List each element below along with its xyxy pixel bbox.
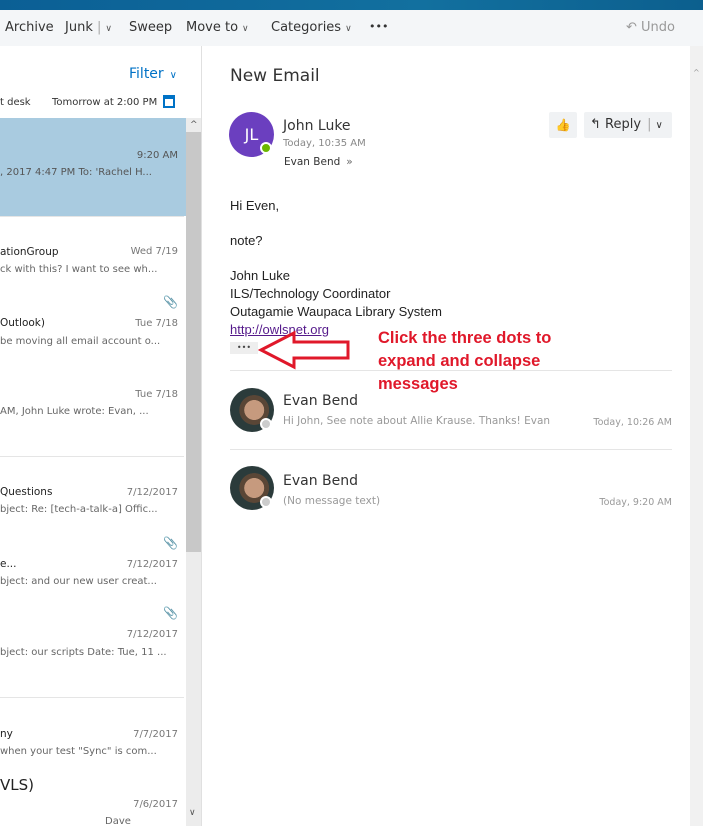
body-text: note?	[230, 233, 263, 248]
sender-name[interactable]: John Luke	[283, 118, 351, 134]
presence-available-icon	[260, 142, 272, 154]
scroll-up-icon[interactable]: ^	[190, 120, 198, 130]
message-time: Today, 10:26 AM	[593, 417, 672, 428]
list-item-selected[interactable]: 9:20 AM , 2017 4:47 PM To: 'Rachel H...	[0, 118, 186, 216]
archive-button[interactable]: Archive	[5, 20, 54, 35]
filter-label: Filter	[129, 66, 164, 82]
undo-label: Undo	[641, 20, 676, 35]
paperclip-icon: 📎	[163, 606, 178, 620]
undo-icon: ↶	[626, 20, 637, 35]
message-preview: Hi John, See note about Allie Krause. Th…	[283, 415, 551, 427]
chevron-down-icon: ∨	[105, 24, 112, 34]
junk-label: Junk	[65, 20, 93, 35]
annotation-text: Click the three dots to	[378, 329, 552, 347]
collapsed-message[interactable]: Evan Bend Hi John, See note about Allie …	[202, 376, 690, 446]
categories-label: Categories	[271, 20, 342, 35]
item-date: Tue 7/18	[135, 318, 178, 329]
item-preview: when your test "Sync" is com...	[0, 746, 157, 757]
reply-icon: ↰	[590, 117, 601, 132]
sender-name: Evan Bend	[283, 393, 359, 409]
body-text: Hi Even,	[230, 198, 280, 213]
message-time: Today, 9:20 AM	[599, 497, 672, 508]
like-button[interactable]: 👍	[549, 112, 577, 138]
item-date: Tue 7/18	[135, 389, 178, 400]
top-banner	[0, 0, 703, 10]
presence-offline-icon	[260, 418, 272, 430]
presence-offline-icon	[260, 496, 272, 508]
thumbs-up-icon: 👍	[555, 118, 571, 132]
sender-name: Evan Bend	[283, 473, 359, 489]
item-preview: be moving all email account o...	[0, 336, 161, 347]
move-to-button[interactable]: Move to ∨	[186, 20, 249, 35]
paperclip-icon: 📎	[163, 295, 178, 309]
reading-scrollbar[interactable]	[690, 46, 703, 826]
scroll-up-icon[interactable]: ^	[693, 68, 700, 77]
list-scrollbar-thumb[interactable]	[186, 132, 201, 552]
calendar-icon	[163, 95, 175, 108]
annotation-text: expand and collapse	[378, 352, 541, 370]
expand-recipients-icon: »	[346, 156, 353, 168]
item-sender[interactable]: ationGroup	[0, 246, 59, 258]
reply-label: Reply	[605, 117, 642, 132]
reminder-time[interactable]: Tomorrow at 2:00 PM	[52, 97, 157, 108]
item-date: 7/12/2017	[126, 559, 178, 570]
body-text: ILS/Technology Coordinator	[230, 286, 391, 301]
item-sender[interactable]: VLS)	[0, 776, 34, 794]
chevron-down-icon: ∨	[169, 70, 177, 81]
item-date: 7/7/2017	[133, 729, 178, 740]
body-text: John Luke	[230, 268, 290, 283]
move-to-label: Move to	[186, 20, 239, 35]
item-sender[interactable]: Questions	[0, 486, 52, 498]
item-date: 7/12/2017	[126, 629, 178, 640]
item-date: 9:20 AM	[136, 150, 178, 161]
scroll-down-icon[interactable]: ∨	[189, 808, 196, 818]
sweep-button[interactable]: Sweep	[129, 20, 172, 35]
item-preview: AM, John Luke wrote: Evan, ...	[0, 406, 149, 417]
item-sender[interactable]: ny	[0, 728, 13, 740]
item-preview: bject: our scripts Date: Tue, 11 ...	[0, 647, 167, 658]
junk-button[interactable]: Junk | ∨	[65, 20, 112, 35]
message-preview: (No message text)	[283, 495, 381, 507]
item-sender[interactable]: Outlook)	[0, 317, 45, 329]
annotation-arrow-icon	[258, 330, 350, 370]
more-actions-button[interactable]: •••	[369, 20, 388, 33]
message-list: Filter ∨ t desk Tomorrow at 2:00 PM 9:20 …	[0, 46, 186, 826]
categories-button[interactable]: Categories ∨	[271, 20, 352, 35]
reply-button[interactable]: ↰ Reply | ∨	[584, 112, 672, 138]
item-sender[interactable]: e...	[0, 558, 16, 570]
item-preview: Dave	[105, 816, 131, 826]
item-preview: , 2017 4:47 PM To: 'Rachel H...	[0, 167, 152, 178]
filter-button[interactable]: Filter ∨	[129, 66, 177, 82]
conversation-subject: New Email	[230, 66, 320, 86]
expand-quoted-text-button[interactable]: •••	[230, 342, 258, 354]
item-date: Wed 7/19	[130, 246, 178, 257]
reading-pane: New Email JL John Luke Today, 10:35 AM E…	[202, 46, 690, 826]
paperclip-icon: 📎	[163, 536, 178, 550]
undo-button[interactable]: ↶ Undo	[626, 20, 675, 35]
item-date: 7/12/2017	[126, 487, 178, 498]
item-date: 7/6/2017	[133, 799, 178, 810]
item-preview: bject: Re: [tech-a-talk-a] Offic...	[0, 504, 158, 515]
chevron-down-icon: ∨	[345, 24, 352, 34]
reminder-text: t desk	[0, 97, 31, 108]
recipient[interactable]: Evan Bend »	[284, 156, 353, 168]
body-text: Outagamie Waupaca Library System	[230, 304, 442, 319]
message-time: Today, 10:35 AM	[283, 138, 366, 149]
recipient-name: Evan Bend	[284, 156, 341, 168]
collapsed-message[interactable]: Evan Bend (No message text) Today, 9:20 …	[202, 456, 690, 526]
item-preview: ck with this? I want to see wh...	[0, 264, 158, 275]
item-preview: bject: and our new user creat...	[0, 576, 157, 587]
reply-options-chevron-icon[interactable]: ∨	[655, 120, 662, 131]
toolbar: Archive Junk | ∨ Sweep Move to ∨ Categorie…	[0, 10, 703, 46]
chevron-down-icon: ∨	[242, 24, 249, 34]
